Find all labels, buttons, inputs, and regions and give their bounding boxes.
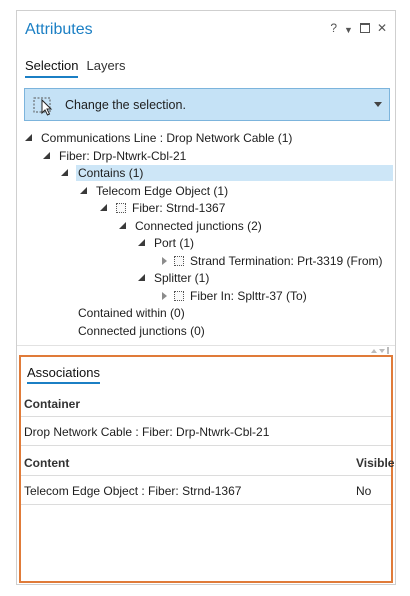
tree-node-connected-junctions[interactable]: Connected junctions (2) xyxy=(119,218,262,234)
tree-node-label: Splitter (1) xyxy=(154,271,210,285)
container-value[interactable]: Drop Network Cable : Fiber: Drp-Ntwrk-Cb… xyxy=(24,425,269,439)
row-divider xyxy=(21,416,391,417)
row-divider xyxy=(21,475,391,476)
tree-node-label: Contained within (0) xyxy=(78,306,185,320)
tab-strip: Selection Layers xyxy=(25,58,126,78)
expanded-arrow-icon[interactable] xyxy=(61,169,68,176)
expanded-arrow-icon[interactable] xyxy=(43,152,50,159)
tree-node-label: Telecom Edge Object (1) xyxy=(96,184,229,198)
associations-heading: Associations xyxy=(27,365,100,384)
row-divider xyxy=(21,504,391,505)
expanded-arrow-icon[interactable] xyxy=(80,187,87,194)
tree-node-fiber-strnd[interactable]: Fiber: Strnd-1367 xyxy=(100,200,225,216)
tree-node-fiber[interactable]: Fiber: Drp-Ntwrk-Cbl-21 xyxy=(43,148,186,164)
help-icon[interactable]: ? xyxy=(330,22,337,36)
tree-node-telecom-edge-object[interactable]: Telecom Edge Object (1) xyxy=(80,183,228,199)
row-divider xyxy=(21,445,391,446)
tree-scrollbar[interactable] xyxy=(371,347,389,354)
collapsed-arrow-icon[interactable] xyxy=(162,292,167,300)
content-value[interactable]: Telecom Edge Object : Fiber: Strnd-1367 xyxy=(24,484,241,498)
tree-node-port[interactable]: Port (1) xyxy=(138,235,194,251)
tree-node-fiber-in[interactable]: Fiber In: Splttr-37 (To) xyxy=(160,288,307,304)
tree-node-label: Contains (1) xyxy=(78,166,144,180)
tree-node-label: Strand Termination: Prt-3319 (From) xyxy=(190,254,383,268)
chevron-down-icon[interactable] xyxy=(374,102,382,107)
tree-node-label: Fiber In: Splttr-37 (To) xyxy=(190,289,307,303)
tab-layers[interactable]: Layers xyxy=(86,58,125,78)
tree-node-contains-expander[interactable] xyxy=(61,165,71,181)
feature-icon xyxy=(174,256,184,266)
expanded-arrow-icon[interactable] xyxy=(119,222,126,229)
section-divider xyxy=(17,345,395,346)
expanded-arrow-icon[interactable] xyxy=(100,204,107,211)
change-selection-dropdown[interactable]: Change the selection. xyxy=(24,88,390,121)
title-controls: ? ▼ ✕ xyxy=(330,22,387,36)
tree-node-connected-junctions-0[interactable]: Connected junctions (0) xyxy=(78,323,205,339)
pane-title: Attributes xyxy=(25,21,93,38)
tree-node-label: Fiber: Strnd-1367 xyxy=(132,201,226,215)
expanded-arrow-icon[interactable] xyxy=(138,239,145,246)
collapsed-arrow-icon[interactable] xyxy=(162,257,167,265)
feature-icon xyxy=(174,291,184,301)
tree-node-label: Connected junctions (0) xyxy=(78,324,205,338)
container-header: Container xyxy=(24,397,81,411)
scroll-down-icon[interactable] xyxy=(379,348,385,353)
tree-node-root[interactable]: Communications Line : Drop Network Cable… xyxy=(25,130,292,146)
tree-node-label: Communications Line : Drop Network Cable… xyxy=(41,131,293,145)
expanded-arrow-icon[interactable] xyxy=(138,274,145,281)
select-cursor-icon xyxy=(33,97,53,116)
tree-node-contained-within[interactable]: Contained within (0) xyxy=(78,305,185,321)
selection-tree: Communications Line : Drop Network Cable… xyxy=(17,127,395,345)
scroll-thumb[interactable] xyxy=(387,347,389,354)
visible-header: Visible xyxy=(356,456,395,470)
tree-node-label: Fiber: Drp-Ntwrk-Cbl-21 xyxy=(59,149,187,163)
tree-node-label: Port (1) xyxy=(154,236,195,250)
feature-icon xyxy=(116,203,126,213)
tab-selection[interactable]: Selection xyxy=(25,58,79,78)
content-header: Content xyxy=(24,456,70,470)
expanded-arrow-icon[interactable] xyxy=(25,134,32,141)
pin-dropdown-icon[interactable]: ▼ xyxy=(344,24,353,36)
scroll-up-icon[interactable] xyxy=(371,348,377,353)
tree-node-strand-termination[interactable]: Strand Termination: Prt-3319 (From) xyxy=(160,253,383,269)
visible-value: No xyxy=(356,484,372,498)
title-bar: Attributes ? ▼ ✕ xyxy=(17,11,395,49)
attributes-pane: Attributes ? ▼ ✕ Selection Layers Change… xyxy=(16,10,396,585)
tree-node-splitter[interactable]: Splitter (1) xyxy=(138,270,209,286)
maximize-icon[interactable] xyxy=(359,23,370,33)
associations-panel: Associations Container Drop Network Cabl… xyxy=(19,355,395,583)
close-icon[interactable]: ✕ xyxy=(377,22,387,36)
tree-node-contains[interactable]: Contains (1) xyxy=(76,165,393,181)
tree-node-label: Connected junctions (2) xyxy=(135,219,262,233)
change-selection-label: Change the selection. xyxy=(65,98,186,112)
